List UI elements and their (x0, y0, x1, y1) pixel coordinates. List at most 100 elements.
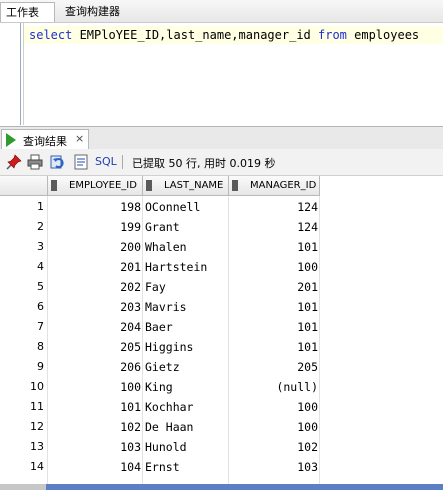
pin-icon[interactable] (6, 154, 22, 170)
row-number: 7 (37, 320, 44, 333)
sql-keyword: from (318, 28, 347, 42)
cell-manager-id: 100 (297, 420, 318, 434)
results-tab-bar: 查询结果 × (0, 126, 443, 150)
tab-query-builder[interactable]: 查询构建器 (65, 2, 120, 22)
sql-keyword: select (29, 28, 73, 42)
cell-last-name: Whalen (145, 240, 187, 254)
row-number: 9 (37, 360, 44, 373)
row-number: 1 (37, 200, 44, 213)
sql-text: EMPloYEE_ID,last_name,manager_id (72, 28, 318, 42)
run-result-icon (6, 133, 16, 147)
cell-employee-id: 206 (120, 360, 141, 374)
results-grid[interactable]: EMPLOYEE_ID LAST_NAME MANAGER_ID 1 198 OCo… (0, 176, 443, 490)
row-number-header (0, 176, 48, 196)
cell-last-name: Baer (145, 320, 173, 334)
row-number: 3 (37, 240, 44, 253)
cell-employee-id: 205 (120, 340, 141, 354)
column-header-last-name[interactable]: LAST_NAME (143, 176, 229, 196)
cell-employee-id: 104 (120, 460, 141, 474)
cell-manager-id: 101 (297, 340, 318, 354)
column-header-manager-id[interactable]: MANAGER_ID (229, 176, 320, 196)
cell-last-name: Kochhar (145, 400, 194, 414)
tab-query-result[interactable]: 查询结果 × (1, 129, 89, 150)
table-row[interactable]: 12 102 De Haan 100 (0, 417, 443, 437)
row-number: 14 (30, 460, 44, 473)
table-row[interactable]: 11 101 Kochhar 100 (0, 397, 443, 417)
row-number: 4 (37, 260, 44, 273)
row-number: 11 (30, 400, 44, 413)
row-number: 2 (37, 220, 44, 233)
refresh-icon[interactable] (50, 154, 66, 170)
table-row[interactable]: 3 200 Whalen 101 (0, 237, 443, 257)
cell-employee-id: 203 (120, 300, 141, 314)
cell-employee-id: 100 (120, 380, 141, 394)
tab-query-result-label: 查询结果 (23, 135, 67, 148)
table-row[interactable]: 14 104 Ernst 103 (0, 457, 443, 477)
table-row[interactable]: 5 202 Fay 201 (0, 277, 443, 297)
column-header-employee-id[interactable]: EMPLOYEE_ID (48, 176, 143, 196)
cell-employee-id: 198 (120, 200, 141, 214)
row-number: 5 (37, 280, 44, 293)
row-number: 6 (37, 300, 44, 313)
cell-employee-id: 199 (120, 220, 141, 234)
grid-horizontal-scrollbar[interactable] (0, 484, 443, 490)
cell-manager-id: (null) (276, 380, 318, 394)
cell-employee-id: 204 (120, 320, 141, 334)
cell-last-name: Higgins (145, 340, 194, 354)
column-header-label: MANAGER_ID (250, 180, 317, 191)
scrollbar-thumb[interactable] (46, 484, 443, 490)
table-row[interactable]: 1 198 OConnell 124 (0, 197, 443, 217)
sql-edit-icon[interactable] (73, 154, 89, 170)
table-row[interactable]: 6 203 Mavris 101 (0, 297, 443, 317)
cell-manager-id: 124 (297, 220, 318, 234)
sql-button[interactable]: SQL (95, 155, 117, 168)
cell-manager-id: 101 (297, 300, 318, 314)
column-icon (146, 180, 152, 191)
cell-last-name: Mavris (145, 300, 187, 314)
table-row[interactable]: 13 103 Hunold 102 (0, 437, 443, 457)
cell-manager-id: 100 (297, 260, 318, 274)
cell-employee-id: 101 (120, 400, 141, 414)
close-tab-icon[interactable]: × (75, 132, 84, 145)
cell-employee-id: 200 (120, 240, 141, 254)
cell-last-name: Fay (145, 280, 166, 294)
row-number: 10 (30, 380, 44, 393)
cell-manager-id: 103 (297, 460, 318, 474)
table-row[interactable]: 10 100 King (null) (0, 377, 443, 397)
sql-text: employees (346, 28, 420, 42)
cell-manager-id: 205 (297, 360, 318, 374)
cell-manager-id: 201 (297, 280, 318, 294)
results-toolbar: SQL 已提取 50 行, 用时 0.019 秒 (0, 149, 443, 176)
cell-manager-id: 100 (297, 400, 318, 414)
fetch-status: 已提取 50 行, 用时 0.019 秒 (132, 157, 276, 170)
table-row[interactable]: 4 201 Hartstein 100 (0, 257, 443, 277)
cell-last-name: King (145, 380, 173, 394)
editor-tab-bar: 工作表 查询构建器 (0, 0, 443, 23)
table-row[interactable]: 9 206 Gietz 205 (0, 357, 443, 377)
cell-employee-id: 202 (120, 280, 141, 294)
cell-employee-id: 103 (120, 440, 141, 454)
cell-manager-id: 102 (297, 440, 318, 454)
table-row[interactable]: 7 204 Baer 101 (0, 317, 443, 337)
editor-gutter (0, 23, 21, 125)
cell-last-name: Gietz (145, 360, 180, 374)
sql-statement[interactable]: select EMPloYEE_ID,last_name,manager_id … (29, 27, 419, 43)
cell-last-name: Hartstein (145, 260, 208, 274)
print-icon[interactable] (27, 154, 43, 170)
sql-editor[interactable]: select EMPloYEE_ID,last_name,manager_id … (0, 23, 443, 149)
cell-last-name: De Haan (145, 420, 194, 434)
row-number: 8 (37, 340, 44, 353)
column-icon (232, 180, 238, 191)
column-header-label: EMPLOYEE_ID (69, 180, 137, 191)
row-number: 12 (30, 420, 44, 433)
cell-manager-id: 101 (297, 320, 318, 334)
cell-last-name: OConnell (145, 200, 201, 214)
cell-employee-id: 201 (120, 260, 141, 274)
cell-last-name: Grant (145, 220, 180, 234)
cell-employee-id: 102 (120, 420, 141, 434)
tab-worksheet[interactable]: 工作表 (0, 2, 55, 22)
table-row[interactable]: 8 205 Higgins 101 (0, 337, 443, 357)
cell-last-name: Hunold (145, 440, 187, 454)
column-icon (51, 180, 57, 191)
table-row[interactable]: 2 199 Grant 124 (0, 217, 443, 237)
